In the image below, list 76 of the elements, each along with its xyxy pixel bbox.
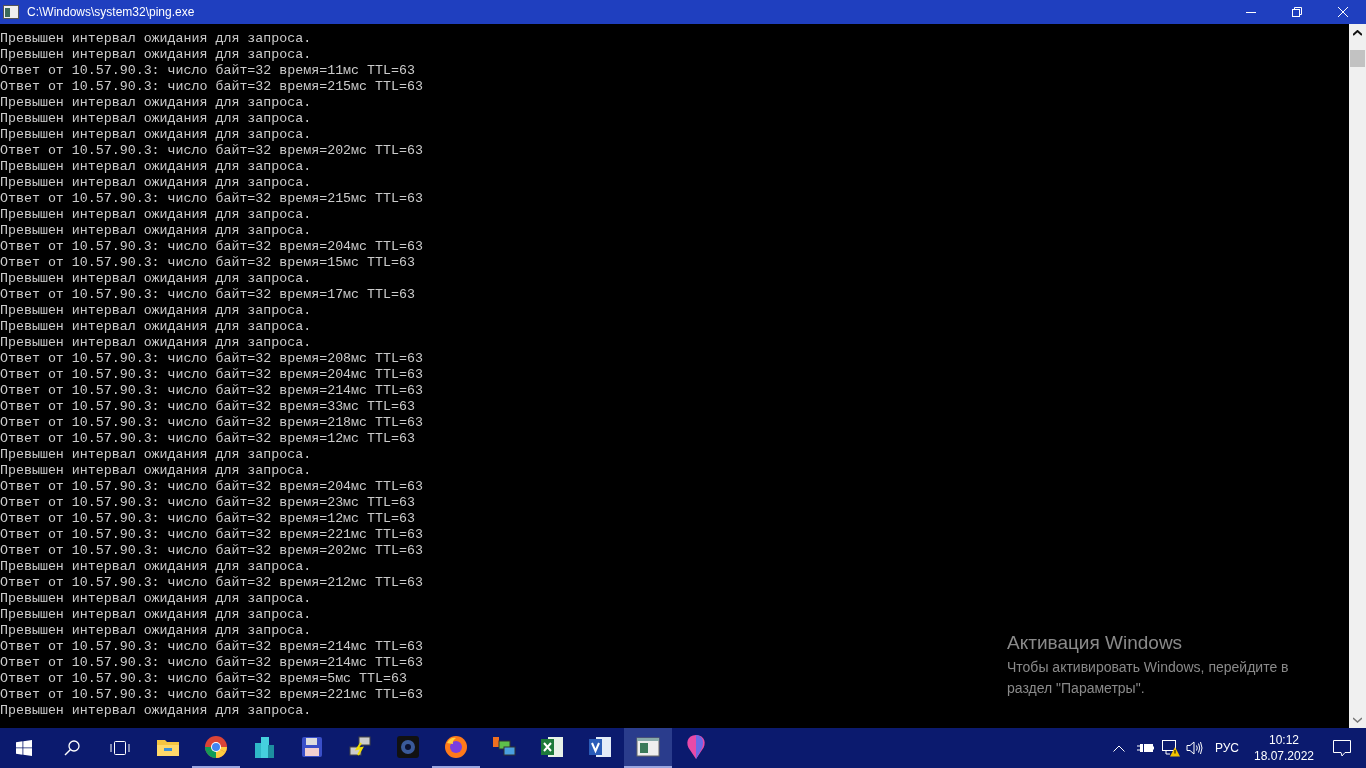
console-line: Ответ от 10.57.90.3: число байт=32 время=11мс TTL=63	[0, 63, 415, 79]
task-view-icon	[110, 741, 130, 755]
console-line: Превышен интервал ожидания для запроса.	[0, 271, 312, 287]
console-line: Превышен интервал ожидания для запроса.	[0, 111, 312, 127]
console-line: Ответ от 10.57.90.3: число байт=32 время=214мс TTL=63	[0, 639, 423, 655]
battery-plug-icon[interactable]	[1136, 743, 1154, 753]
console-line: Ответ от 10.57.90.3: число байт=32 время=218мс TTL=63	[0, 415, 423, 431]
console-line: Превышен интервал ожидания для запроса.	[0, 95, 312, 111]
console-line: Превышен интервал ожидания для запроса.	[0, 127, 312, 143]
scrollbar-thumb[interactable]	[1350, 50, 1365, 67]
console-line: Ответ от 10.57.90.3: число байт=32 время=204мс TTL=63	[0, 239, 423, 255]
console-line: Превышен интервал ожидания для запроса.	[0, 623, 312, 639]
network-warning-icon[interactable]	[1161, 739, 1180, 757]
activation-title: Активация Windows	[1007, 631, 1183, 655]
console-line: Ответ от 10.57.90.3: число байт=32 время=12мс TTL=63	[0, 431, 415, 447]
console-line: Превышен интервал ожидания для запроса.	[0, 47, 312, 63]
taskbar-app-button[interactable]	[624, 728, 672, 768]
console-line: Ответ от 10.57.90.3: число байт=32 время=12мс TTL=63	[0, 511, 415, 527]
activation-message: Чтобы активировать Windows, перейдите в раздел "Параметры".	[1007, 658, 1290, 698]
language-indicator[interactable]: РУС	[1214, 739, 1239, 757]
console-window-icon	[3, 5, 19, 19]
console-line: Ответ от 10.57.90.3: число байт=32 время=5мс TTL=63	[0, 671, 407, 687]
close-icon	[1338, 7, 1348, 17]
console-line: Превышен интервал ожидания для запроса.	[0, 447, 312, 463]
console-line: Ответ от 10.57.90.3: число байт=32 время=215мс TTL=63	[0, 191, 423, 207]
scroll-down-icon[interactable]	[1353, 717, 1362, 723]
console-line: Ответ от 10.57.90.3: число байт=32 время=212мс TTL=63	[0, 575, 423, 591]
console-line: Превышен интервал ожидания для запроса.	[0, 303, 312, 319]
monitors-icon	[491, 735, 517, 759]
spreadsheet-icon	[540, 735, 564, 759]
window-title: C:\Windows\system32\ping.exe	[27, 4, 195, 21]
chevron-up-icon[interactable]	[1112, 744, 1125, 752]
network-computers-icon	[347, 735, 373, 759]
console-line: Ответ от 10.57.90.3: число байт=32 время=221мс TTL=63	[0, 687, 423, 703]
console-line: Превышен интервал ожидания для запроса.	[0, 607, 312, 623]
console-line: Ответ от 10.57.90.3: число байт=32 время=15мс TTL=63	[0, 255, 415, 271]
console-line: Превышен интервал ожидания для запроса.	[0, 559, 312, 575]
console-line: Ответ от 10.57.90.3: число байт=32 время=17мс TTL=63	[0, 287, 415, 303]
scrollbar[interactable]	[1349, 24, 1366, 728]
minimize-icon	[1246, 11, 1256, 13]
console-line: Превышен интервал ожидания для запроса.	[0, 207, 312, 223]
windows-logo-icon	[16, 740, 32, 756]
console-line: Превышен интервал ожидания для запроса.	[0, 175, 312, 191]
console-line: Ответ от 10.57.90.3: число байт=32 время=215мс TTL=63	[0, 79, 423, 95]
speech-bubble-icon	[1333, 739, 1351, 757]
console-line: Превышен интервал ожидания для запроса.	[0, 703, 312, 719]
console-line: Превышен интервал ожидания для запроса.	[0, 591, 312, 607]
console-line: Ответ от 10.57.90.3: число байт=32 время=202мс TTL=63	[0, 143, 423, 159]
camera-icon	[396, 735, 420, 759]
scroll-up-icon[interactable]	[1353, 30, 1362, 36]
buildings-icon	[252, 735, 276, 759]
speaker-icon[interactable]	[1185, 741, 1203, 755]
window-icon	[636, 737, 660, 757]
console-line: Превышен интервал ожидания для запроса.	[0, 319, 312, 335]
console-line: Ответ от 10.57.90.3: число байт=32 время=208мс TTL=63	[0, 351, 423, 367]
console-line: Ответ от 10.57.90.3: число байт=32 время=23мс TTL=63	[0, 495, 415, 511]
console-line: Ответ от 10.57.90.3: число байт=32 время=221мс TTL=63	[0, 527, 423, 543]
search-icon	[64, 740, 80, 756]
balloon-icon	[685, 734, 707, 760]
console-line: Превышен интервал ожидания для запроса.	[0, 31, 312, 47]
console-line: Ответ от 10.57.90.3: число байт=32 время=204мс TTL=63	[0, 479, 423, 495]
restore-icon	[1292, 7, 1302, 17]
browser-icon	[444, 735, 468, 759]
diagram-document-icon	[588, 735, 612, 759]
console-line: Превышен интервал ожидания для запроса.	[0, 335, 312, 351]
console-line: Ответ от 10.57.90.3: число байт=32 время=33мс TTL=63	[0, 399, 415, 415]
console-line: Ответ от 10.57.90.3: число байт=32 время=202мс TTL=63	[0, 543, 423, 559]
console-line: Ответ от 10.57.90.3: число байт=32 время=204мс TTL=63	[0, 367, 423, 383]
clock[interactable]: 10:12 18.07.2022	[1250, 732, 1318, 764]
console-line: Ответ от 10.57.90.3: число байт=32 время=214мс TTL=63	[0, 655, 423, 671]
console-line: Превышен интервал ожидания для запроса.	[0, 223, 312, 239]
browser-icon	[204, 735, 228, 759]
console-line: Превышен интервал ожидания для запроса.	[0, 159, 312, 175]
console-line: Превышен интервал ожидания для запроса.	[0, 463, 312, 479]
console-line: Ответ от 10.57.90.3: число байт=32 время=214мс TTL=63	[0, 383, 423, 399]
folder-icon	[156, 737, 180, 757]
